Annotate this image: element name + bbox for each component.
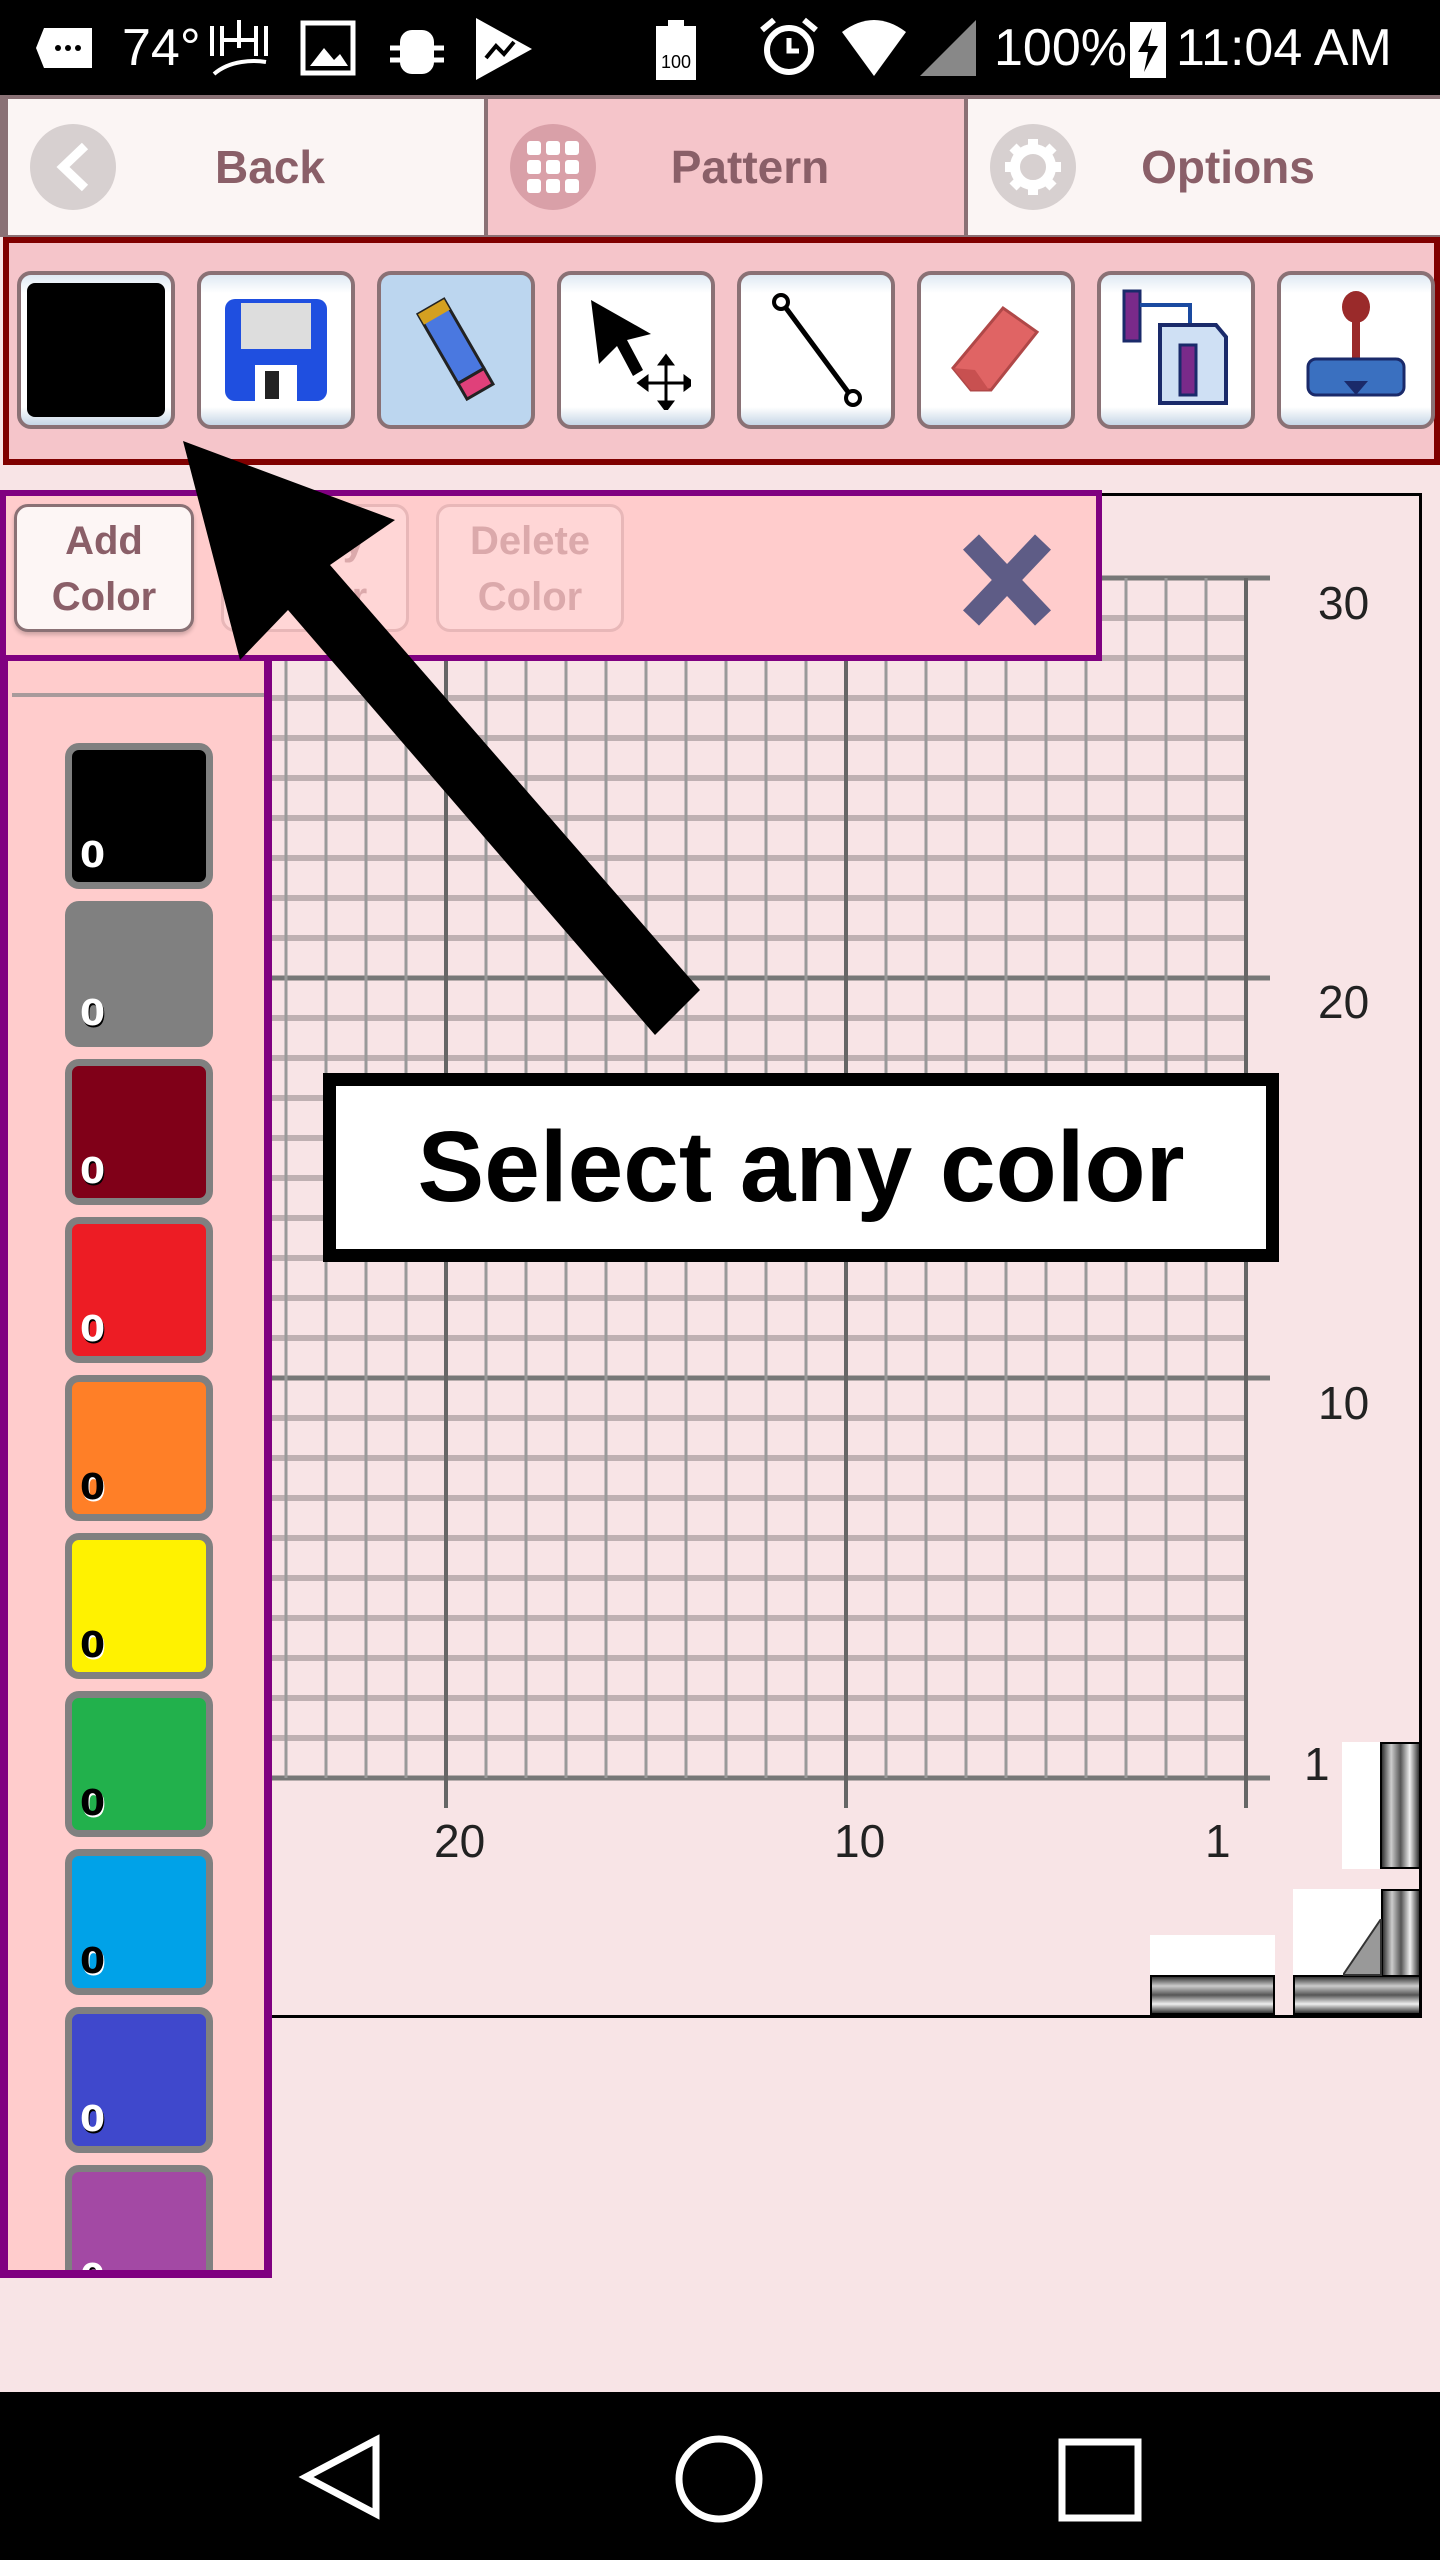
color-count: 0: [80, 1941, 106, 1982]
color-swatch[interactable]: 0: [65, 2007, 213, 2153]
color-swatch[interactable]: 0: [65, 2165, 213, 2278]
back-nav-button[interactable]: [298, 2434, 384, 2520]
column-label: 1: [1205, 1815, 1231, 1867]
row-label: 1: [1304, 1738, 1330, 1790]
color-swatch[interactable]: 0: [65, 1849, 213, 1995]
home-nav-button[interactable]: [674, 2434, 764, 2524]
column-label: 20: [434, 1815, 486, 1867]
color-count: 0: [80, 1625, 106, 1666]
horizontal-scroll-handle[interactable]: [1150, 1935, 1275, 2015]
vertical-scroll-handle[interactable]: [1342, 1742, 1421, 1869]
tutorial-callout: Select any color: [323, 1073, 1279, 1262]
color-count: 0: [80, 1467, 106, 1508]
recents-nav-button[interactable]: [1058, 2438, 1142, 2522]
color-count: 0: [80, 1783, 106, 1824]
color-swatch[interactable]: 0: [65, 1691, 213, 1837]
column-label: 10: [834, 1815, 886, 1867]
zoom-corner-handle[interactable]: [1293, 1889, 1421, 2015]
color-count: 0: [80, 2099, 106, 2140]
navigation-bar: [0, 2392, 1440, 2560]
color-swatch[interactable]: 0: [65, 1533, 213, 1679]
color-count: 0: [80, 2257, 106, 2278]
